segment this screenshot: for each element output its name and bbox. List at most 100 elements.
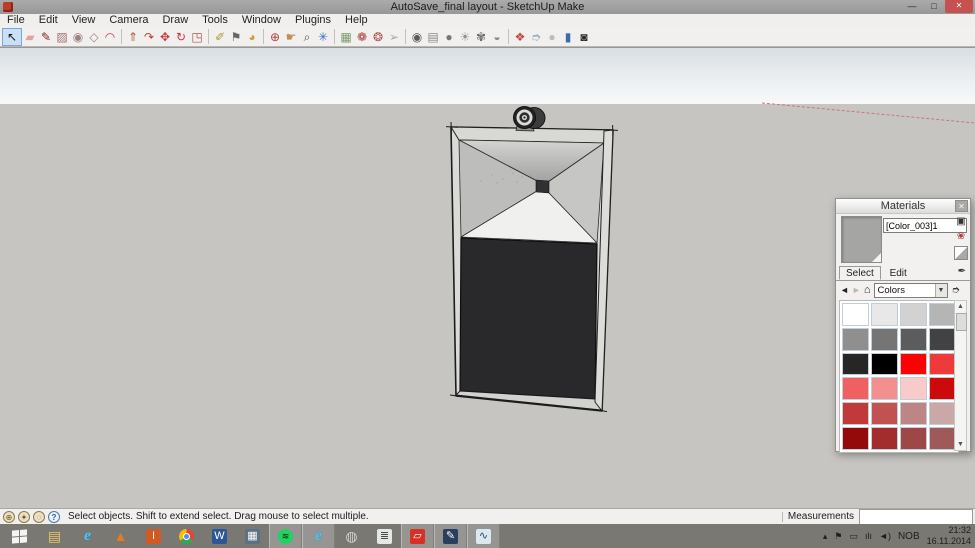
menu-file[interactable]: File: [0, 14, 32, 27]
scale-tool[interactable]: ◳: [189, 28, 205, 46]
palette-swatch[interactable]: [929, 303, 956, 326]
taskbar-pen-tool[interactable]: ✎: [434, 524, 467, 548]
volume-icon[interactable]: ◄): [879, 531, 891, 541]
scroll-down-icon[interactable]: ▼: [955, 439, 966, 450]
zoom-extents-tool[interactable]: ✳: [315, 28, 331, 46]
line-tool[interactable]: ✎: [38, 28, 54, 46]
render-dome-icon[interactable]: ◒: [489, 28, 505, 46]
circle-tool[interactable]: ◉: [70, 28, 86, 46]
menu-camera[interactable]: Camera: [102, 14, 155, 27]
palette-swatch[interactable]: [900, 402, 927, 425]
language-indicator[interactable]: NOB: [898, 531, 920, 542]
menu-plugins[interactable]: Plugins: [288, 14, 338, 27]
palette-swatch[interactable]: [929, 427, 956, 450]
taskbar-matlab[interactable]: ▲: [104, 524, 137, 548]
sphere-gray-icon[interactable]: ●: [544, 28, 560, 46]
secondary-pane-icon[interactable]: ❀: [957, 231, 965, 243]
render-light-icon[interactable]: ☀: [457, 28, 473, 46]
palette-swatch[interactable]: [842, 427, 869, 450]
rectangle-tool[interactable]: ▨: [54, 28, 70, 46]
palette-swatch[interactable]: [842, 402, 869, 425]
palette-swatch[interactable]: [929, 328, 956, 351]
taskbar-file-explorer[interactable]: ▤: [38, 524, 71, 548]
show-hidden-icon[interactable]: ▴: [823, 531, 828, 542]
render-settings-icon[interactable]: ✾: [473, 28, 489, 46]
entity-info-icon[interactable]: ◌: [33, 511, 45, 523]
palette-swatch[interactable]: [929, 353, 956, 376]
arc-tool[interactable]: ◠: [102, 28, 118, 46]
scroll-up-icon[interactable]: ▲: [955, 301, 966, 312]
materials-close-button[interactable]: ✕: [955, 200, 968, 212]
palette-swatch[interactable]: [842, 328, 869, 351]
scroll-thumb[interactable]: [956, 313, 967, 331]
taskbar-monitor-scope[interactable]: ∿: [467, 524, 500, 548]
taskbar-calculator[interactable]: ▦: [236, 524, 269, 548]
create-material-icon[interactable]: ▣: [956, 216, 965, 228]
taskbar-internet-explorer-2[interactable]: e: [302, 524, 335, 548]
geolocation-icon[interactable]: ⊕: [3, 511, 15, 523]
styles-icon[interactable]: ❂: [370, 28, 386, 46]
speaker-model[interactable]: [446, 107, 618, 412]
palette-swatch[interactable]: [842, 303, 869, 326]
sample-paint-icon[interactable]: ✒: [958, 266, 966, 277]
render-camera-icon[interactable]: ◉: [409, 28, 425, 46]
collections-dropdown[interactable]: Colors ▼: [874, 283, 948, 298]
measurements-input[interactable]: [859, 509, 973, 525]
taskbar-spotify[interactable]: ≋: [269, 524, 302, 548]
menu-edit[interactable]: Edit: [32, 14, 65, 27]
dimension-tool[interactable]: ⚑: [228, 28, 244, 46]
taskbar-sketchup[interactable]: ▱: [401, 524, 434, 548]
select-tool[interactable]: ↖: [2, 28, 22, 46]
export-icon[interactable]: ➮: [528, 28, 544, 46]
palette-scrollbar[interactable]: ▲ ▼: [954, 300, 967, 451]
drawing-viewport[interactable]: Materials ✕ ▣ ❀ Select Edit ✒ ◄ ► ⌂ Colo…: [0, 47, 975, 508]
render-sphere-icon[interactable]: ●: [441, 28, 457, 46]
minimize-button[interactable]: —: [901, 0, 923, 13]
palette-swatch[interactable]: [900, 377, 927, 400]
palette-swatch[interactable]: [871, 377, 898, 400]
back-arrow-icon[interactable]: ◄: [840, 285, 849, 295]
menu-tools[interactable]: Tools: [195, 14, 235, 27]
color-wheel-icon[interactable]: ❖: [512, 28, 528, 46]
materials-panel-title-bar[interactable]: Materials ✕: [836, 199, 970, 214]
taskbar-chrome[interactable]: [170, 524, 203, 548]
tab-select[interactable]: Select: [839, 266, 881, 280]
menu-window[interactable]: Window: [235, 14, 288, 27]
pushpull-tool[interactable]: ⇑: [125, 28, 141, 46]
palette-swatch[interactable]: [871, 353, 898, 376]
zoom-tool[interactable]: ⌕: [299, 28, 315, 46]
palette-swatch[interactable]: [871, 328, 898, 351]
action-center-icon[interactable]: ⚑: [834, 531, 842, 542]
palette-swatch[interactable]: [900, 303, 927, 326]
chevron-down-icon[interactable]: ▼: [935, 284, 947, 297]
paint-bucket-tool[interactable]: ◕: [244, 28, 260, 46]
move-tool[interactable]: ✥: [157, 28, 173, 46]
polygon-tool[interactable]: ◇: [86, 28, 102, 46]
in-model-icon[interactable]: ➮: [952, 285, 960, 296]
tab-edit[interactable]: Edit: [884, 267, 913, 279]
pan-tool[interactable]: ☛: [283, 28, 299, 46]
render-scene-icon[interactable]: ▤: [425, 28, 441, 46]
palette-swatch[interactable]: [842, 353, 869, 376]
taskbar-word[interactable]: W: [203, 524, 236, 548]
rotate-tool[interactable]: ↻: [173, 28, 189, 46]
palette-swatch[interactable]: [900, 427, 927, 450]
clock[interactable]: 21:32 16.11.2014: [927, 525, 971, 547]
material-preview-swatch[interactable]: [841, 216, 882, 263]
menu-view[interactable]: View: [65, 14, 103, 27]
maximize-button[interactable]: □: [923, 0, 945, 13]
forward-arrow-icon[interactable]: ►: [852, 285, 861, 295]
taskbar-autodesk-inventor[interactable]: I: [137, 524, 170, 548]
palette-swatch[interactable]: [929, 377, 956, 400]
capsule-blue-icon[interactable]: ▮: [560, 28, 576, 46]
eraser-tool[interactable]: ▰: [22, 28, 38, 46]
palette-swatch[interactable]: [871, 427, 898, 450]
taskbar-speaker-app[interactable]: ◍: [335, 524, 368, 548]
palette-swatch[interactable]: [900, 353, 927, 376]
taskbar-ni-instrument[interactable]: ≣: [368, 524, 401, 548]
materials-browser-icon[interactable]: ▦: [338, 28, 354, 46]
display-icon[interactable]: ▭: [850, 531, 859, 542]
palette-swatch[interactable]: [871, 303, 898, 326]
network-icon[interactable]: ılı: [865, 531, 872, 541]
help-icon[interactable]: ?: [48, 511, 60, 523]
